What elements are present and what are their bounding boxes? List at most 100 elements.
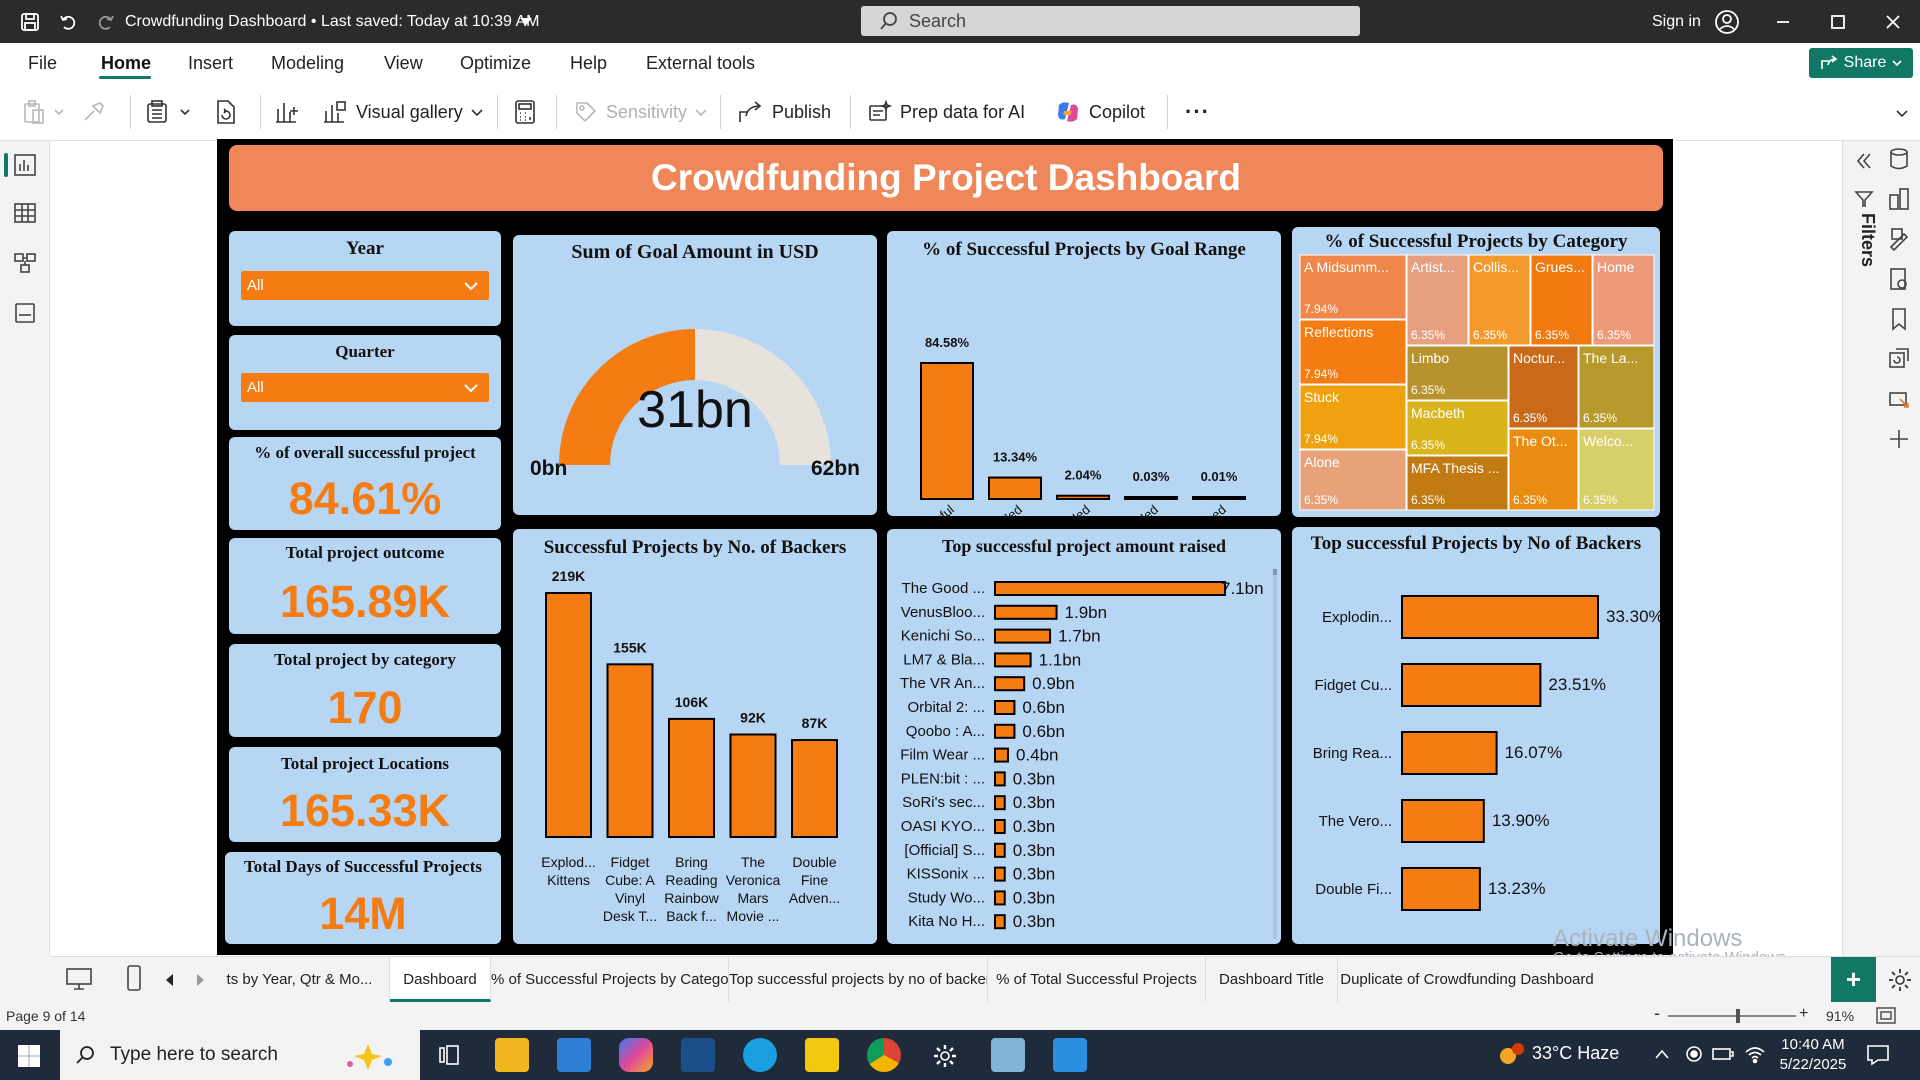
backers-column[interactable] <box>545 592 592 838</box>
sync-slicers-icon[interactable] <box>1888 347 1910 371</box>
redo-icon[interactable] <box>92 0 120 43</box>
wifi-icon[interactable] <box>1744 1044 1766 1064</box>
raised-bar[interactable] <box>994 604 1058 620</box>
undo-icon[interactable] <box>54 0 82 43</box>
share-button[interactable]: Share <box>1809 48 1913 78</box>
weather-text[interactable]: 33°C Haze <box>1532 1043 1619 1064</box>
raised-bar[interactable] <box>994 581 1226 596</box>
menu-insert[interactable]: Insert <box>188 43 233 83</box>
settings-gear-icon[interactable] <box>933 1044 957 1068</box>
dax-query-view-icon[interactable] <box>13 301 37 325</box>
sign-in-link[interactable]: Sign in <box>1652 0 1701 43</box>
notifications-icon[interactable] <box>1866 1044 1890 1066</box>
top-backers-bar[interactable] <box>1401 799 1485 843</box>
top-backers-bar[interactable] <box>1401 867 1481 911</box>
backers-column[interactable] <box>729 733 777 838</box>
save-icon[interactable] <box>16 0 44 43</box>
quarter-dropdown[interactable]: All <box>241 373 489 402</box>
raised-bar[interactable] <box>994 795 1006 811</box>
more-options-button[interactable]: ··· <box>1185 83 1210 141</box>
get-data-button[interactable] <box>146 83 190 141</box>
zoom-slider[interactable] <box>1668 1015 1796 1017</box>
task-view-icon[interactable] <box>438 1044 460 1066</box>
format-painter-button[interactable] <box>82 83 106 141</box>
add-pane-icon[interactable] <box>1888 427 1910 451</box>
raised-bar[interactable] <box>994 676 1026 692</box>
maximize-icon[interactable] <box>1818 0 1858 43</box>
raised-bar[interactable] <box>994 890 1006 906</box>
tab-top-by-backers[interactable]: Top successful projects by no of backers <box>729 957 988 1002</box>
title-dropdown-icon[interactable] <box>516 0 536 43</box>
tab-dashboard[interactable]: Dashboard <box>390 957 491 1002</box>
table-view-icon[interactable] <box>13 201 37 225</box>
add-page-button[interactable]: + <box>1831 957 1876 1002</box>
edge-browser-icon[interactable] <box>743 1038 777 1072</box>
windows-start-icon[interactable] <box>18 1045 40 1067</box>
show-hidden-icons-icon[interactable] <box>1654 1048 1670 1060</box>
menu-file[interactable]: File <box>28 43 57 83</box>
paste-button[interactable] <box>22 83 64 141</box>
top-backers-bar[interactable] <box>1401 663 1542 707</box>
raised-bar[interactable] <box>994 747 1009 763</box>
data-pane-icon[interactable] <box>1888 147 1910 171</box>
goal-range-bar[interactable] <box>988 476 1042 501</box>
bookmark-icon[interactable] <box>1888 307 1910 331</box>
tab-dashboard-title[interactable]: Dashboard Title <box>1206 957 1338 1002</box>
tab-page-year-qtr[interactable]: ts by Year, Qtr & Mo... <box>210 957 390 1002</box>
report-view-icon[interactable] <box>13 153 37 177</box>
backers-column[interactable] <box>668 717 715 838</box>
tab-duplicate-dashboard[interactable]: Duplicate of Crowdfunding Dashboard <box>1338 957 1596 1002</box>
format-visual-icon[interactable] <box>1888 227 1910 251</box>
location-icon[interactable] <box>1684 1044 1704 1064</box>
tab-successful-by-category[interactable]: % of Successful Projects by Category <box>491 957 729 1002</box>
clock[interactable]: 10:40 AM 5/22/2025 <box>1778 1035 1848 1075</box>
mail-app-icon[interactable] <box>557 1038 591 1072</box>
top-backers-bar[interactable] <box>1401 595 1599 639</box>
filter-icon[interactable] <box>1854 189 1874 209</box>
account-icon[interactable] <box>1712 0 1742 43</box>
filters-pane-label[interactable]: Filters <box>1852 213 1878 333</box>
app-icon[interactable] <box>681 1038 715 1072</box>
minimize-icon[interactable] <box>1763 0 1803 43</box>
zoom-slider-thumb[interactable] <box>1736 1009 1741 1023</box>
raised-bar[interactable] <box>994 652 1032 668</box>
top-backers-bar[interactable] <box>1401 731 1498 775</box>
build-visual-icon[interactable] <box>1888 187 1910 211</box>
search-input[interactable]: Search <box>861 6 1360 36</box>
file-explorer-icon[interactable] <box>495 1038 529 1072</box>
sensitivity-button[interactable]: Sensitivity <box>574 83 707 141</box>
visual-gallery-button[interactable]: Visual gallery <box>322 83 483 141</box>
raised-bar[interactable] <box>994 819 1006 834</box>
refresh-button[interactable] <box>214 83 238 141</box>
calculator-button[interactable] <box>514 83 536 141</box>
battery-icon[interactable] <box>1712 1046 1734 1062</box>
zoom-out-button[interactable]: - <box>1654 1003 1660 1024</box>
selection-pane-icon[interactable] <box>1888 387 1910 411</box>
backers-column[interactable] <box>606 663 654 838</box>
fit-to-page-icon[interactable] <box>1876 1007 1896 1024</box>
menu-modeling[interactable]: Modeling <box>271 43 344 83</box>
power-bi-icon[interactable] <box>805 1038 839 1072</box>
raised-bar[interactable] <box>994 771 1006 787</box>
prep-data-button[interactable]: Prep data for AI <box>868 83 1025 141</box>
goal-range-bar[interactable] <box>1056 494 1110 500</box>
desktop-layout-icon[interactable] <box>66 967 92 991</box>
goal-range-bar[interactable] <box>1124 496 1178 500</box>
settings-gear-icon[interactable] <box>1888 968 1912 992</box>
photos-icon[interactable] <box>1053 1038 1087 1072</box>
copilot-taskbar-icon[interactable] <box>619 1038 653 1072</box>
model-view-icon[interactable] <box>13 251 37 275</box>
goal-range-bar[interactable] <box>1192 496 1246 500</box>
collapse-panel-icon[interactable] <box>1854 151 1874 171</box>
menu-optimize[interactable]: Optimize <box>460 43 531 83</box>
year-dropdown[interactable]: All <box>241 271 489 300</box>
raised-bar[interactable] <box>994 842 1006 858</box>
close-icon[interactable] <box>1873 0 1913 43</box>
publish-button[interactable]: Publish <box>738 83 831 141</box>
raised-bar[interactable] <box>994 866 1006 882</box>
ribbon-collapse-icon[interactable] <box>1896 103 1908 123</box>
menu-help[interactable]: Help <box>570 43 607 83</box>
mobile-layout-icon[interactable] <box>126 965 142 991</box>
copilot-button[interactable]: Copilot <box>1055 83 1145 141</box>
notepad-icon[interactable] <box>991 1038 1025 1072</box>
